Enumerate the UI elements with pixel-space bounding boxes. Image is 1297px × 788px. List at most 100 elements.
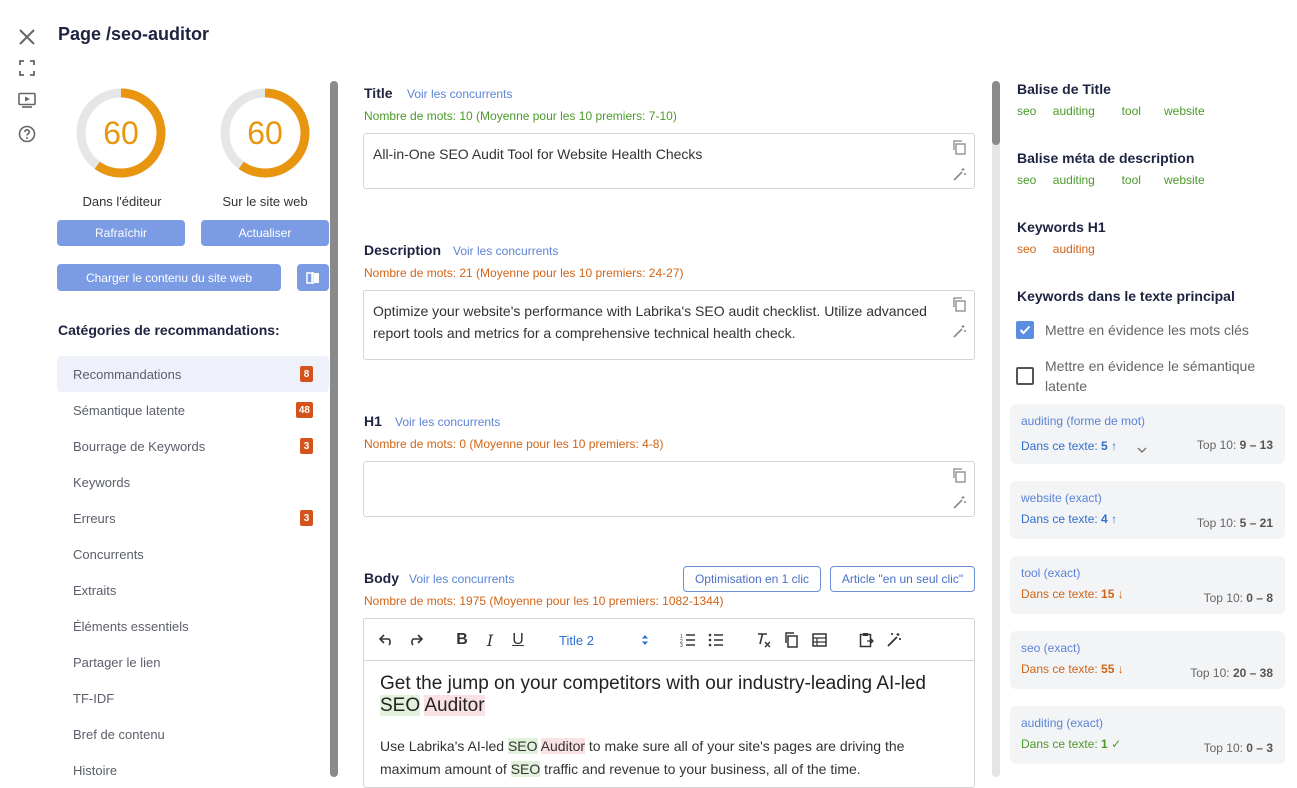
description-field[interactable]: Optimize your website's performance with… bbox=[363, 290, 975, 360]
copy-icon[interactable] bbox=[952, 297, 968, 313]
svg-text:3: 3 bbox=[680, 643, 683, 647]
body-word-count: Nombre de mots: 1975 (Moyenne pour les 1… bbox=[364, 594, 724, 608]
category-item[interactable]: Éléments essentiels bbox=[57, 608, 329, 644]
checkmark-icon bbox=[1019, 325, 1031, 335]
category-label: Partager le lien bbox=[73, 654, 161, 670]
category-label: Keywords bbox=[73, 474, 131, 490]
title-field-value[interactable]: All-in-One SEO Audit Tool for Website He… bbox=[373, 143, 934, 165]
keyword-name[interactable]: seo (exact) bbox=[1021, 641, 1080, 655]
copy-format-icon[interactable] bbox=[782, 630, 800, 650]
keyword-tag: tool bbox=[1121, 104, 1141, 118]
description-word-count: Nombre de mots: 21 (Moyenne pour les 10 … bbox=[364, 266, 684, 280]
categories-title: Catégories de recommandations: bbox=[58, 322, 280, 338]
left-scrollbar-thumb[interactable] bbox=[330, 81, 338, 777]
count-badge: 48 bbox=[295, 402, 313, 418]
keyword-card: tool (exact) Dans ce texte: 15 ↓ Top 10: 0… bbox=[1010, 556, 1285, 614]
highlight-keywords-checkbox[interactable] bbox=[1016, 321, 1034, 339]
refresh-button[interactable]: Rafraîchir bbox=[57, 220, 185, 246]
bullet-list-icon[interactable] bbox=[707, 630, 725, 650]
h1-section-label: H1 bbox=[364, 413, 382, 429]
category-item[interactable]: Extraits bbox=[57, 572, 329, 608]
keyword-name[interactable]: tool (exact) bbox=[1021, 566, 1080, 580]
keyword-name[interactable]: website (exact) bbox=[1021, 491, 1102, 505]
highlight-semantic-label[interactable]: Mettre en évidence le sémantique latente bbox=[1045, 356, 1280, 396]
top10-range: Top 10: 9 – 13 bbox=[1196, 438, 1273, 452]
one-click-article-button[interactable]: Article "en un seul clic" bbox=[830, 566, 975, 592]
editor-paragraph[interactable]: Use Labrika's AI-led SEO Auditor to make… bbox=[380, 735, 950, 781]
count-badge: 8 bbox=[300, 366, 313, 382]
category-item[interactable]: Keywords bbox=[57, 464, 329, 500]
category-item[interactable]: TF-IDF bbox=[57, 680, 329, 716]
keyword-highlight: SEO bbox=[510, 761, 541, 777]
top10-range: Top 10: 20 – 38 bbox=[1190, 666, 1273, 680]
close-icon[interactable] bbox=[17, 27, 37, 47]
category-item[interactable]: Concurrents bbox=[57, 536, 329, 572]
h1-competitors-link[interactable]: Voir les concurrents bbox=[395, 415, 500, 429]
italic-icon[interactable]: I bbox=[482, 630, 498, 650]
category-item[interactable]: Partager le lien bbox=[57, 644, 329, 680]
keyword-card: website (exact) Dans ce texte: 4 ↑ Top 10:… bbox=[1010, 481, 1285, 539]
category-label: Éléments essentiels bbox=[73, 618, 189, 634]
chevron-down-icon[interactable] bbox=[1137, 441, 1149, 454]
trend-icon: ↓ bbox=[1117, 587, 1124, 601]
middle-scrollbar-thumb[interactable] bbox=[992, 81, 1000, 145]
middle-scrollbar-track[interactable] bbox=[992, 81, 1000, 777]
body-competitors-link[interactable]: Voir les concurrents bbox=[409, 572, 514, 586]
website-score-value: 60 bbox=[247, 114, 283, 151]
compare-button[interactable] bbox=[297, 264, 329, 291]
category-label: TF-IDF bbox=[73, 690, 115, 706]
undo-icon[interactable] bbox=[378, 630, 396, 650]
ai-wand-icon[interactable] bbox=[885, 630, 903, 650]
magic-wand-icon[interactable] bbox=[952, 495, 968, 511]
table-icon[interactable] bbox=[810, 630, 828, 650]
title-competitors-link[interactable]: Voir les concurrents bbox=[407, 87, 512, 101]
description-section-label: Description bbox=[364, 242, 442, 258]
copy-icon[interactable] bbox=[952, 140, 968, 156]
redo-icon[interactable] bbox=[406, 630, 424, 650]
bold-icon[interactable]: B bbox=[454, 630, 470, 650]
select-arrows-icon bbox=[642, 635, 648, 645]
body-editor[interactable]: B I U Title 2 123 Get the jump on your c… bbox=[363, 618, 975, 788]
paragraph-style-select[interactable]: Title 2 bbox=[559, 630, 649, 650]
optimize-one-click-button[interactable]: Optimisation en 1 clic bbox=[683, 566, 821, 592]
category-item[interactable]: Histoire bbox=[57, 752, 329, 788]
keyword-highlight: SEO bbox=[507, 738, 538, 754]
category-item[interactable]: Recommandations 8 bbox=[57, 356, 329, 392]
category-item[interactable]: Bref de contenu bbox=[57, 716, 329, 752]
magic-wand-icon[interactable] bbox=[952, 167, 968, 183]
title-field[interactable]: All-in-One SEO Audit Tool for Website He… bbox=[363, 133, 975, 189]
keyword-tag: seo bbox=[1017, 242, 1037, 256]
highlight-semantic-checkbox[interactable] bbox=[1016, 367, 1034, 385]
help-icon[interactable] bbox=[17, 124, 37, 144]
load-content-button[interactable]: Charger le contenu du site web bbox=[57, 264, 281, 291]
copy-icon[interactable] bbox=[952, 468, 968, 484]
update-button[interactable]: Actualiser bbox=[201, 220, 329, 246]
highlight-keywords-label[interactable]: Mettre en évidence les mots clés bbox=[1045, 320, 1285, 340]
category-item[interactable]: Erreurs 3 bbox=[57, 500, 329, 536]
category-label: Sémantique latente bbox=[73, 402, 186, 418]
magic-wand-icon[interactable] bbox=[952, 324, 968, 340]
video-icon[interactable] bbox=[17, 90, 37, 110]
keyword-count: Dans ce texte: 1 ✓ bbox=[1021, 737, 1122, 751]
h1-word-count: Nombre de mots: 0 (Moyenne pour les 10 p… bbox=[364, 437, 664, 451]
clear-format-icon[interactable] bbox=[755, 630, 773, 650]
h1-field[interactable] bbox=[363, 461, 975, 517]
fullscreen-icon[interactable] bbox=[17, 58, 37, 78]
ordered-list-icon[interactable]: 123 bbox=[679, 630, 697, 650]
trend-icon: ↑ bbox=[1111, 439, 1118, 453]
underline-icon[interactable]: U bbox=[510, 630, 526, 650]
paste-icon[interactable] bbox=[857, 630, 875, 650]
keyword-name[interactable]: auditing (forme de mot) bbox=[1021, 414, 1145, 428]
category-item[interactable]: Bourrage de Keywords 3 bbox=[57, 428, 329, 464]
trend-icon: ✓ bbox=[1111, 737, 1122, 751]
keyword-tag: website bbox=[1164, 104, 1205, 118]
keyword-name[interactable]: auditing (exact) bbox=[1021, 716, 1103, 730]
paragraph-style-value: Title 2 bbox=[559, 632, 594, 648]
category-item[interactable]: Sémantique latente 48 bbox=[57, 392, 329, 428]
category-label: Recommandations bbox=[73, 366, 182, 382]
keyword-highlight: Auditor bbox=[540, 738, 586, 754]
keyword-count: Dans ce texte: 55 ↓ bbox=[1021, 662, 1124, 676]
description-field-value[interactable]: Optimize your website's performance with… bbox=[373, 300, 934, 344]
editor-heading[interactable]: Get the jump on your competitors with ou… bbox=[380, 673, 940, 717]
description-competitors-link[interactable]: Voir les concurrents bbox=[453, 244, 558, 258]
